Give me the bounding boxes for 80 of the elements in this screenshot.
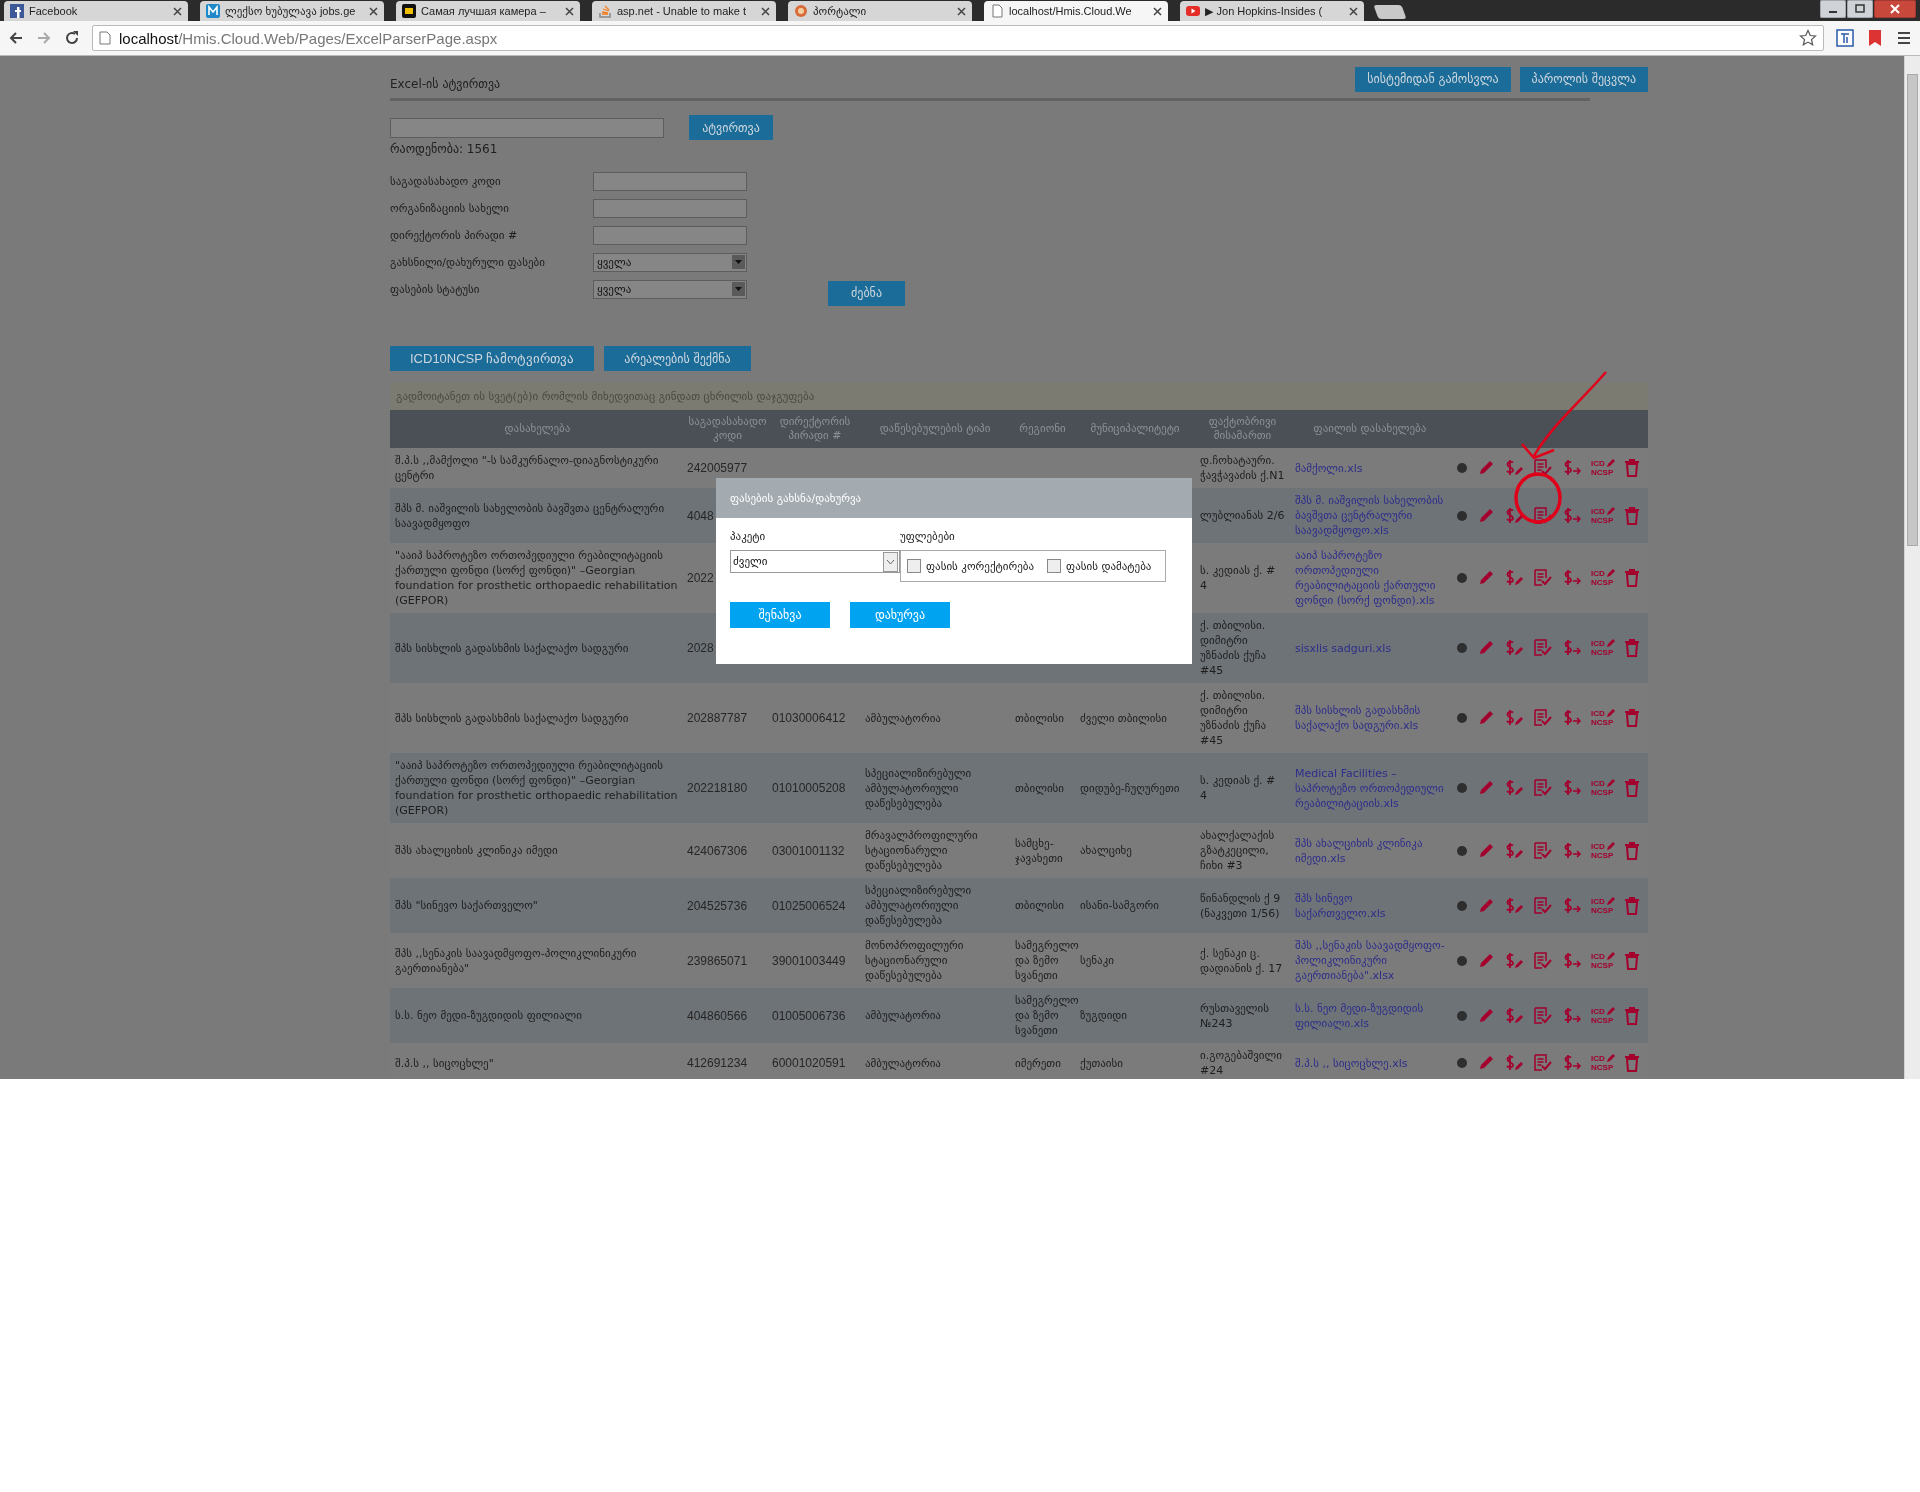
table-cell-text: ამბულატორია: [864, 1008, 942, 1024]
field-label: პაკეტი: [730, 530, 767, 543]
table-cell-text: 242005977: [686, 460, 749, 477]
field-label: უფლებები: [900, 530, 956, 543]
table-cell-text: 01005006736: [771, 1007, 847, 1025]
table-cell-text: თბილისი: [1014, 780, 1066, 797]
record-count: რაოდენობა: 1561: [390, 142, 499, 156]
filter-label: გახსნილი/დახურული ფასები: [390, 255, 546, 269]
address-host: localhost: [119, 29, 179, 47]
table-cell-text: 2028: [686, 640, 715, 657]
table-cell-text: ს. კედიას ქ. # 4: [1199, 563, 1277, 594]
table-cell-text: 03001001132: [771, 842, 846, 860]
table-cell-text: ს. კედიას ქ. # 4: [1199, 773, 1277, 804]
table-cell-text: შპს ,,სენაკის საავადმყოფო-პოლიკლინიკური გაერთიანება": [394, 945, 638, 977]
tab-title: localhost/Hmis.Cloud.We: [1009, 5, 1133, 17]
tab-title: Самая лучшая камера –: [421, 5, 547, 17]
tab-title: ▶ Jon Hopkins-Insides (: [1205, 4, 1324, 18]
table-cell-text: ქუთაისი: [1079, 1055, 1124, 1072]
filter-label: საგადასახადო კოდი: [390, 174, 502, 188]
table-cell-text: თბილისი: [1014, 898, 1066, 914]
table-cell-text: 39001003449: [771, 952, 847, 970]
table-cell-text: რუსთაველის №243: [1199, 1000, 1271, 1032]
table-cell-text: ისანი-სამგორი: [1079, 898, 1160, 914]
table-cell-text: წინანდლის ქ 9 (ნაკვეთი 1/56): [1199, 890, 1282, 922]
table-cell-text: შ.პ.ს ,, სიცოცხლე": [394, 1055, 495, 1072]
table-cell-text: 60001020591: [771, 1055, 847, 1072]
filter-label: დირექტორის პირადი #: [390, 228, 519, 242]
table-cell-text: 412691234: [686, 1055, 749, 1072]
table-cell-text: ქ. თბილისი. დიმიტრი უზნაძის ქუჩა #45: [1199, 688, 1267, 749]
table-cell-text: ზუგდიდი: [1079, 1008, 1129, 1024]
tab-title: ლექსო ხუბულავა jobs.ge: [225, 4, 357, 18]
table-cell-text: შ.პ.ს ,,მამქოლი "-ს სამკურნალო-დიაგნოსტიკური ცენტრი: [394, 453, 660, 484]
table-cell-text: შპს მ. იაშვილის სახელობის ბავშვთა ცენტრალური საავადმყოფო: [394, 500, 666, 532]
table-cell-text: ქ. თბილისი. დიმიტრი უზნაძის ქუჩა #45: [1199, 618, 1267, 679]
table-cell-text: შპს ახალციხის კლინიკა იმედი: [394, 843, 559, 859]
dialog-title: ფასების გახსნა/დახურვა: [716, 478, 1192, 518]
filter-label: ორგანიზაციის სახელი: [390, 201, 510, 215]
checkbox-label: ფასის დამატება: [1066, 559, 1152, 573]
table-cell-text: დ.ჩოხატაური. ჭავჭავაძის ქ.N1: [1199, 453, 1286, 484]
table-cell-text: ი.გოგებაშვილი #24: [1199, 1048, 1283, 1079]
table-cell-text: შპს სისხლის გადასხმის საქალაქო სადგური: [394, 710, 630, 727]
table-cell-text: სენაკი: [1079, 953, 1115, 969]
filter-label: ფასების სტატუსი: [390, 282, 481, 296]
page-title: Excel-ის ატვირთვა: [390, 77, 501, 91]
table-cell-text: "ააიპ საპროტეზო ორთოპედიული რეაბილიტაციის ქართული ფონდი (სორქ ფონდი)" –Georgian foundation for prosthetic orthopaedic rehabilitation (GEFPOR): [394, 548, 679, 609]
table-cell-text: ს.ს. ნეო მედი-ზუგდიდის ფილიალი: [394, 1008, 583, 1024]
table-cell-text: შპს სისხლის გადასხმის საქალაქო სადგური: [394, 640, 630, 657]
address-path: /Hmis.Cloud.Web/Pages/ExcelParserPage.aspx: [178, 29, 499, 47]
table-cell-text: 202218180: [686, 780, 749, 797]
table-cell-text: ქ. სენაკი ც. დადიანის ქ. 17: [1199, 945, 1284, 977]
table-cell-text: 404860566: [686, 1007, 749, 1025]
table-cell-text: 01030006412: [771, 710, 847, 727]
tab-title: asp.net - Unable to make t: [617, 5, 747, 17]
table-cell-text: 2022: [686, 570, 715, 587]
table-cell-text: შპს "სინევო საქართველო": [394, 898, 539, 914]
table-cell-text: 202887787: [686, 710, 749, 727]
table-cell-text: 01025006524: [771, 897, 847, 915]
table-cell-text: იმერეთი: [1014, 1055, 1062, 1072]
table-cell-text: სპეციალიზირებული ამბულატორიული დაწესებულება: [864, 765, 973, 812]
table-cell-text: მონოპროფილური სტაციონარული დაწესებულება: [864, 938, 965, 984]
table-cell-text: ახალქალაქის გზატკეცილი, ჩიხი #3: [1199, 828, 1276, 874]
table-cell-text: დიდუბე-ჩუღურეთი: [1079, 780, 1181, 797]
table-cell-text: "ააიპ საპროტეზო ორთოპედიული რეაბილიტაციის ქართული ფონდი (სორქ ფონდი)" –Georgian foundation for prosthetic orthopaedic rehabilitation (GEFPOR): [394, 758, 679, 819]
table-cell-text: ამბულატორია: [864, 710, 942, 727]
table-cell-text: სამცხე-ჯავახეთი: [1014, 835, 1064, 867]
checkbox-label: ფასის კორექტირება: [926, 559, 1035, 573]
table-cell-text: ამბულატორია: [864, 1055, 942, 1072]
table-cell-text: ახალციხე: [1079, 843, 1133, 859]
table-cell-text: 239865071: [686, 952, 749, 970]
table-cell-text: მრავალპროფილური სტაციონარული დაწესებულება: [864, 828, 979, 874]
table-cell-text: 424067306: [686, 842, 749, 860]
tab-title: პორტალი: [813, 4, 868, 18]
table-cell-text: ძველი თბილისი: [1079, 710, 1168, 727]
table-cell-text: თბილისი: [1014, 710, 1066, 727]
table-cell-text: სპეციალიზირებული ამბულატორიული დაწესებულება: [864, 883, 973, 929]
table-cell-text: ლუბლიანას 2/6: [1199, 508, 1286, 524]
table-cell-text: 204525736: [686, 897, 749, 915]
tab-title: Facebook: [29, 5, 79, 17]
table-cell-text: 4048: [686, 507, 715, 525]
table-cell-text: 01010005208: [771, 780, 847, 797]
